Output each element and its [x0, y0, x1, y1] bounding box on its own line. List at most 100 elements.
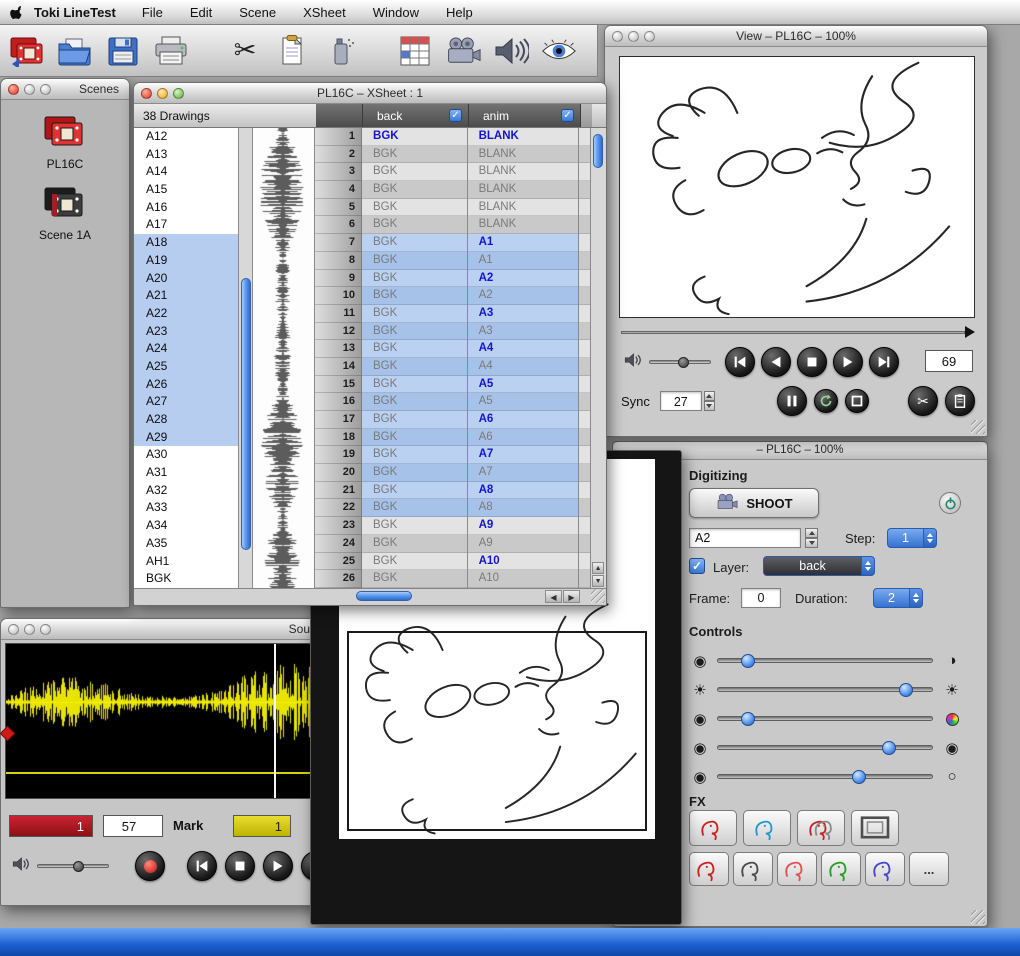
fx-more-button[interactable]: ...	[909, 852, 949, 886]
drawing-row[interactable]: A30	[134, 446, 238, 464]
back-cell[interactable]: BGK	[362, 216, 467, 234]
anim-cell[interactable]: A4	[468, 340, 579, 358]
slider-thumb[interactable]	[741, 712, 755, 726]
back-cell[interactable]: BGK	[362, 535, 467, 553]
play-button[interactable]	[833, 347, 863, 377]
back-cell[interactable]: BGK	[362, 482, 467, 500]
stop-button[interactable]	[225, 851, 255, 881]
view-eye-icon[interactable]	[538, 31, 580, 71]
anim-cell[interactable]: BLANK	[468, 146, 579, 164]
drawing-row[interactable]: A32	[134, 482, 238, 500]
table-scrollbar[interactable]: ▲ ▼	[590, 128, 606, 588]
menu-xsheet[interactable]: XSheet	[303, 5, 346, 20]
power-button[interactable]	[939, 492, 961, 514]
drawing-row[interactable]: A16	[134, 199, 238, 217]
back-cell[interactable]: BGK	[362, 376, 467, 394]
anim-cell[interactable]: A3	[468, 323, 579, 341]
duration-dropdown[interactable]: 2	[873, 588, 923, 608]
playhead[interactable]	[274, 644, 276, 798]
loop-button[interactable]	[814, 389, 838, 413]
playback-position-slider[interactable]	[621, 326, 975, 338]
frame-mode-button[interactable]	[845, 389, 869, 413]
drawing-list-scrollbar[interactable]	[238, 128, 254, 588]
back-cell[interactable]: BGK	[362, 146, 467, 164]
drawing-row[interactable]: A12	[134, 128, 238, 146]
fx-blue-face-icon[interactable]	[865, 852, 905, 886]
position-marker[interactable]	[965, 326, 975, 338]
anim-cell[interactable]: A8	[468, 482, 579, 500]
sound-speaker-icon[interactable]	[490, 31, 532, 71]
volume-thumb[interactable]	[678, 357, 689, 368]
scroll-down-button[interactable]: ▼	[592, 575, 604, 587]
anim-cell[interactable]: BLANK	[468, 199, 579, 217]
stop-button[interactable]	[797, 347, 827, 377]
resize-grip[interactable]	[971, 910, 985, 924]
new-film-icon[interactable]	[6, 31, 48, 71]
back-cell[interactable]: BGK	[362, 287, 467, 305]
drawing-row[interactable]: A18	[134, 234, 238, 252]
play-reverse-button[interactable]	[761, 347, 791, 377]
resize-grip[interactable]	[971, 420, 985, 434]
scroll-left-button[interactable]: ◀	[545, 590, 562, 603]
control-slider-3[interactable]	[717, 716, 933, 721]
drawing-row[interactable]: A26	[134, 376, 238, 394]
drawing-row[interactable]: A22	[134, 305, 238, 323]
menu-scene[interactable]: Scene	[239, 5, 276, 20]
stepper-up[interactable]	[704, 391, 715, 401]
slider-thumb[interactable]	[852, 770, 866, 784]
paste-page-icon[interactable]	[272, 31, 314, 71]
drawing-row[interactable]: AH1	[134, 553, 238, 571]
anim-cell[interactable]: A4	[468, 358, 579, 376]
scroll-up-button[interactable]: ▲	[592, 562, 604, 574]
open-folder-icon[interactable]	[54, 31, 96, 71]
back-cell[interactable]: BGK	[362, 305, 467, 323]
back-cell[interactable]: BGK	[362, 464, 467, 482]
scene-item-pl16c[interactable]: PL16C	[1, 114, 129, 171]
back-cell[interactable]: BGK	[362, 163, 467, 181]
drawing-name-field[interactable]: A2	[689, 528, 801, 548]
back-cell[interactable]: BGK	[362, 252, 467, 270]
scrollbar-thumb[interactable]	[241, 278, 251, 550]
sound-position-field[interactable]: 57	[103, 815, 163, 837]
drawing-row[interactable]: A31	[134, 464, 238, 482]
xsheet-grid-icon[interactable]	[394, 31, 436, 71]
scrollbar-thumb[interactable]	[593, 134, 603, 168]
back-cell[interactable]: BGK	[362, 570, 467, 588]
resize-grip[interactable]	[591, 589, 605, 603]
fx-pink-face-icon[interactable]	[777, 852, 817, 886]
fx-dark-face-icon[interactable]	[733, 852, 773, 886]
jump-end-button[interactable]	[869, 347, 899, 377]
anim-cell[interactable]: BLANK	[468, 128, 579, 146]
column-header-back[interactable]: back✓	[363, 104, 469, 127]
scrollbar-thumb[interactable]	[356, 591, 412, 601]
menu-window[interactable]: Window	[373, 5, 419, 20]
fx-red-face-icon[interactable]	[689, 810, 737, 846]
anim-cell[interactable]: BLANK	[468, 181, 579, 199]
back-cell[interactable]: BGK	[362, 499, 467, 517]
drawing-row[interactable]: A28	[134, 411, 238, 429]
column-checkbox[interactable]: ✓	[449, 109, 462, 122]
stepper-down[interactable]	[704, 401, 715, 411]
anim-cell[interactable]: A6	[468, 411, 579, 429]
mark-value-field[interactable]: 1	[233, 815, 291, 837]
cut-scissors-icon[interactable]: ✂	[224, 31, 266, 71]
jump-start-button[interactable]	[725, 347, 755, 377]
print-icon[interactable]	[150, 31, 192, 71]
anim-cell[interactable]: A10	[468, 553, 579, 571]
anim-cell[interactable]: A2	[468, 287, 579, 305]
spray-icon[interactable]	[320, 31, 362, 71]
scene-item-scene-1a[interactable]: Scene 1A	[1, 185, 129, 242]
anim-cell[interactable]: A8	[468, 499, 579, 517]
sync-field[interactable]: 27	[660, 391, 702, 411]
anim-cell[interactable]: A10	[468, 570, 579, 588]
apple-menu-icon[interactable]	[0, 4, 34, 20]
drawing-row[interactable]: A13	[134, 146, 238, 164]
back-cell[interactable]: BGK	[362, 323, 467, 341]
column-checkbox[interactable]: ✓	[561, 109, 574, 122]
fx-red-face-icon[interactable]	[689, 852, 729, 886]
volume-thumb[interactable]	[73, 861, 84, 872]
column-header-anim[interactable]: anim✓	[469, 104, 581, 127]
menu-help[interactable]: Help	[446, 5, 473, 20]
back-cell[interactable]: BGK	[362, 393, 467, 411]
control-slider-5[interactable]	[717, 774, 933, 779]
